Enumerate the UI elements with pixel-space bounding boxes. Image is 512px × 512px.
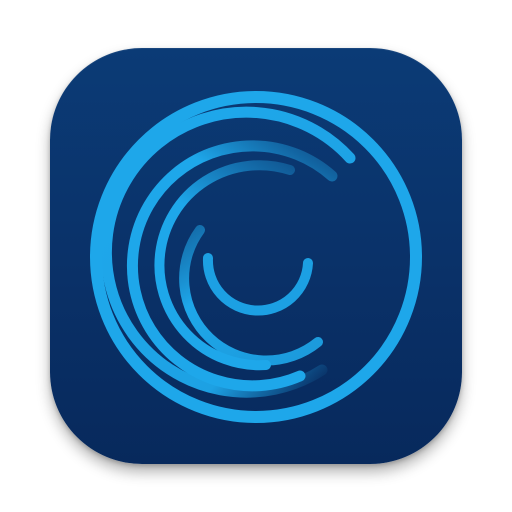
app-icon-tile[interactable] [50,48,462,464]
screen [0,0,512,512]
spiral-rings-icon [90,91,422,423]
spiral-arc-3 [154,160,295,371]
inner-arc [202,253,313,316]
